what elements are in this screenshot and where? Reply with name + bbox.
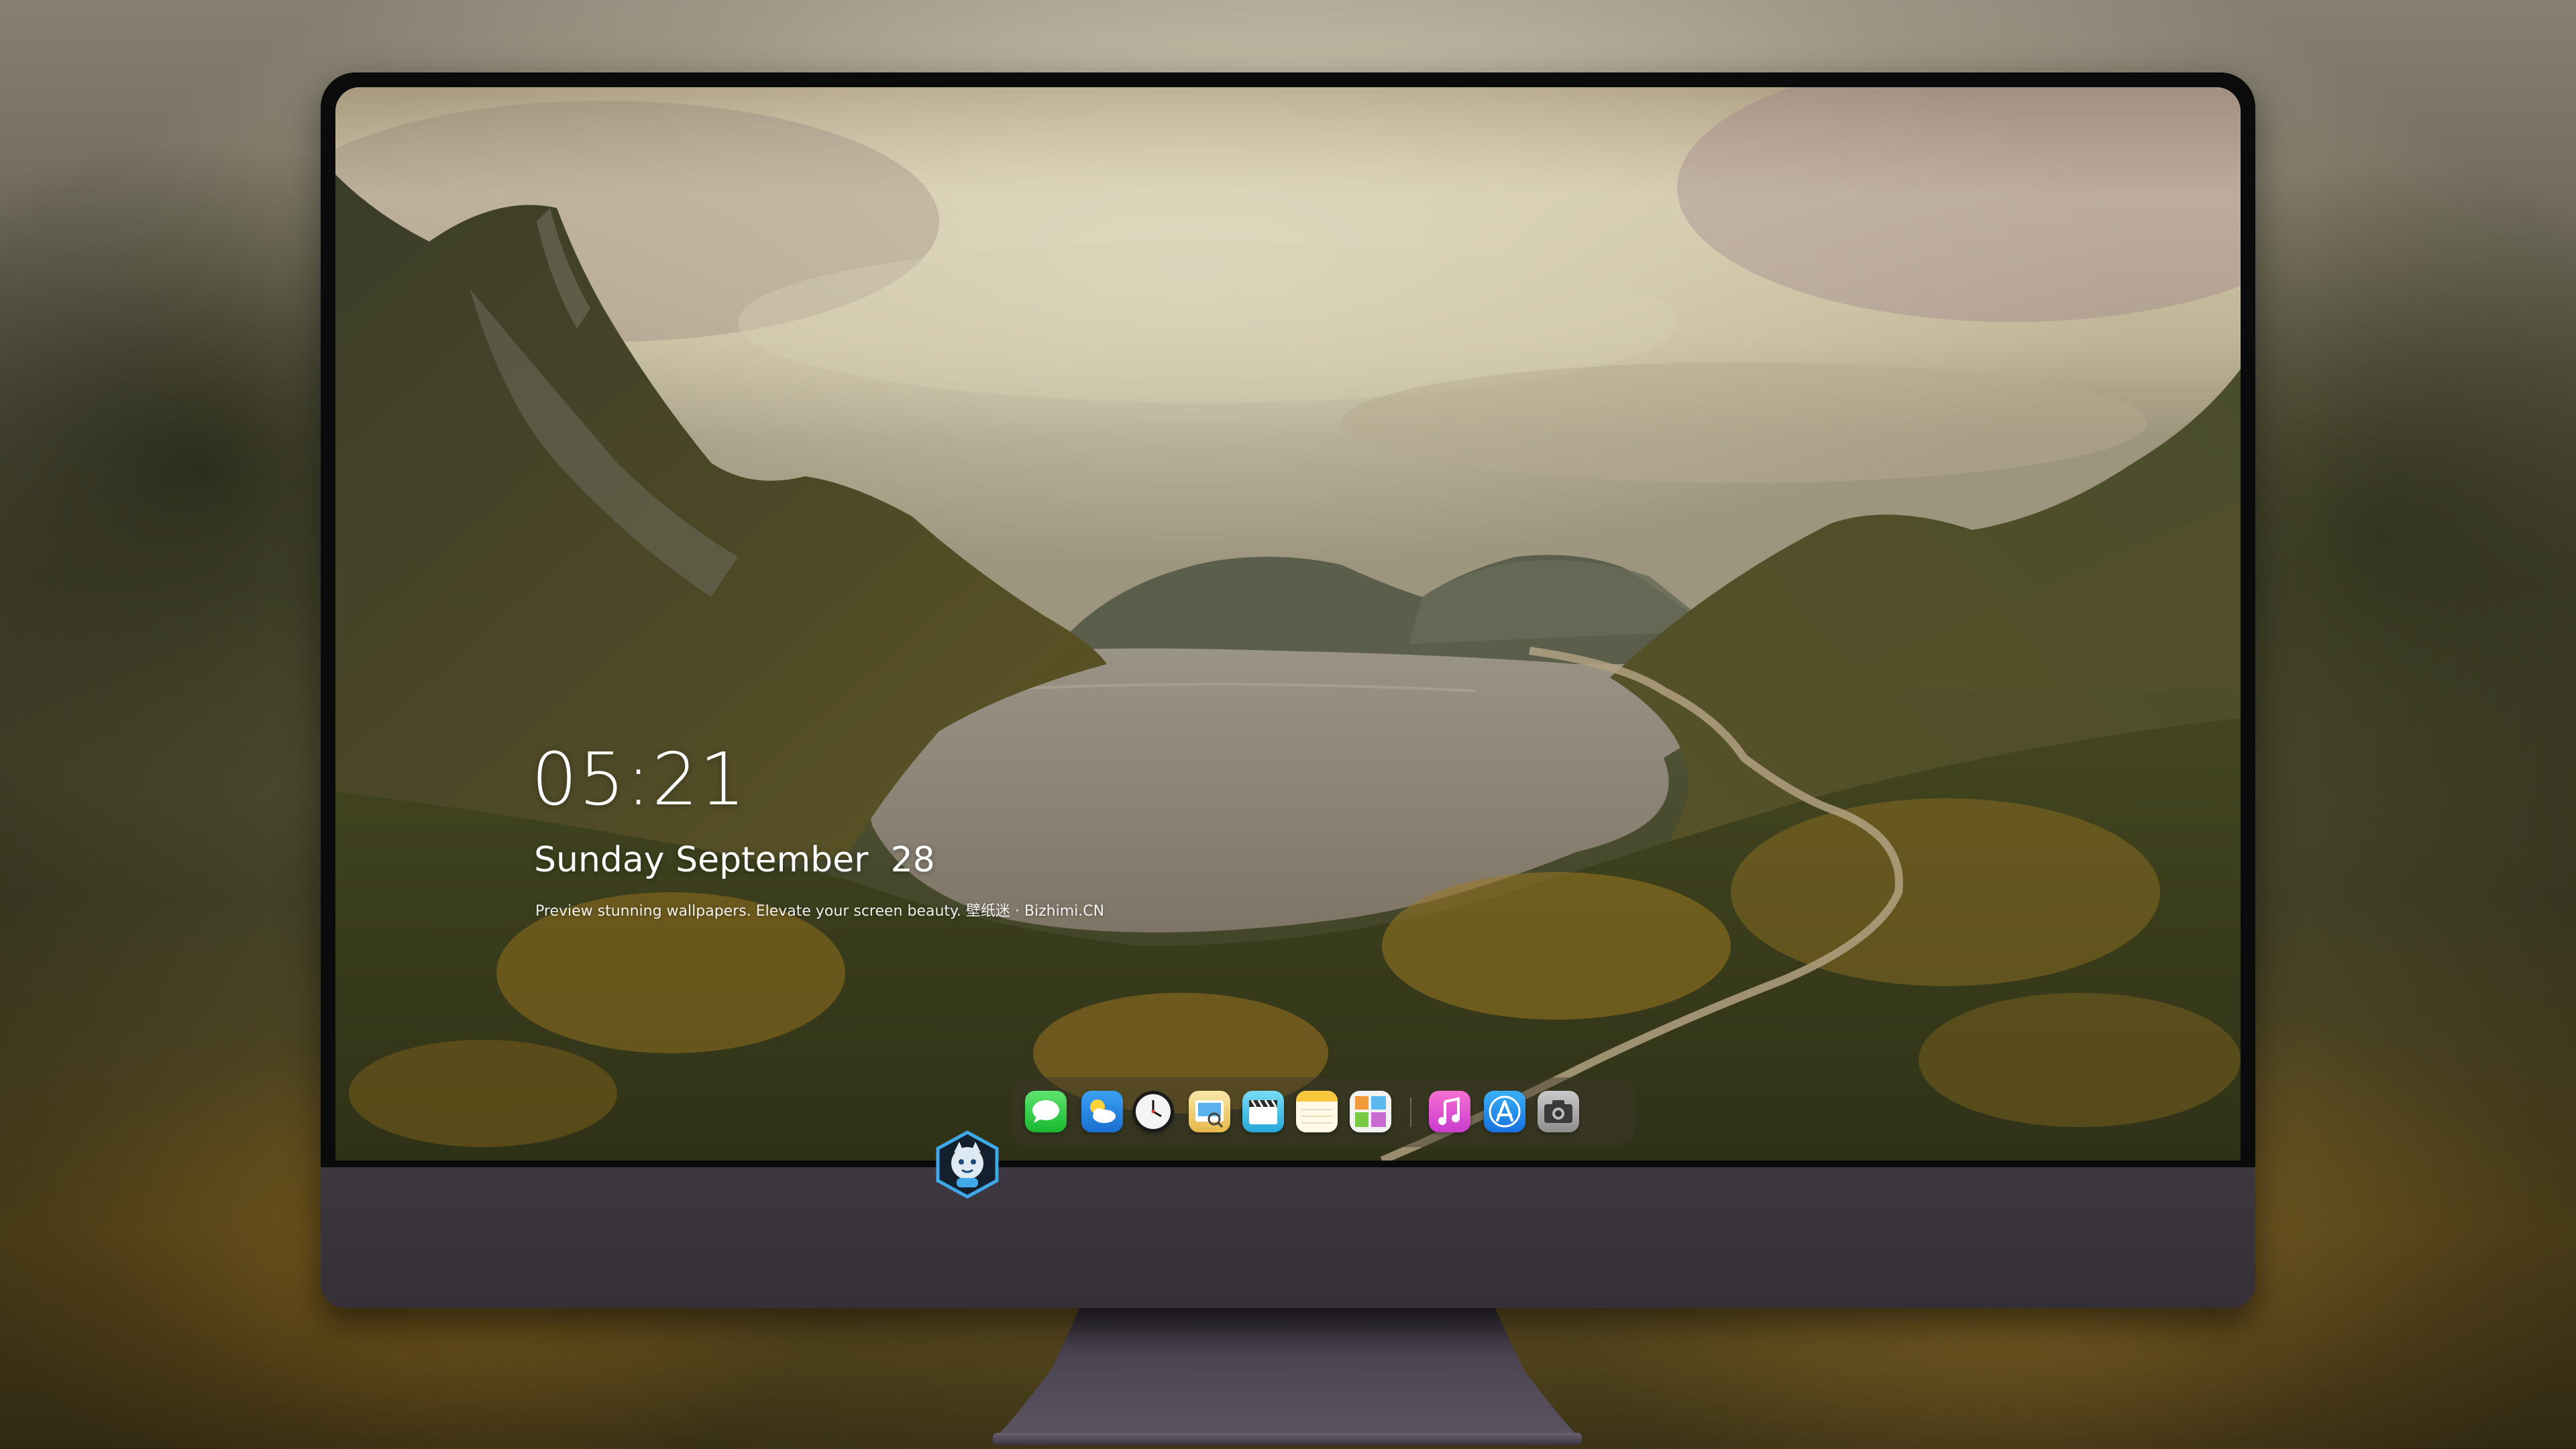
preview-icon[interactable] <box>1189 1091 1230 1132</box>
dock-separator <box>1410 1097 1411 1127</box>
lockscreen-date: Sunday September 28 <box>534 840 935 880</box>
weather-icon[interactable] <box>1081 1091 1123 1132</box>
clock-icon[interactable] <box>1132 1091 1174 1132</box>
clapperboard-icon[interactable] <box>1242 1091 1284 1132</box>
messages-icon[interactable] <box>1025 1091 1067 1132</box>
monitor: 05:21 Sunday September 28 Preview stunni… <box>321 72 2255 1308</box>
app-store-icon[interactable] <box>1484 1091 1525 1132</box>
lockscreen-time: 05:21 <box>531 738 747 822</box>
landscape-wallpaper <box>335 87 2241 1161</box>
mascot-logo-icon <box>936 1130 999 1199</box>
photos-icon[interactable] <box>1350 1091 1391 1132</box>
notes-icon[interactable] <box>1296 1091 1338 1132</box>
music-note-icon[interactable] <box>1429 1091 1470 1132</box>
desktop-screen: 05:21 Sunday September 28 Preview stunni… <box>335 87 2241 1161</box>
dock <box>1012 1077 1635 1147</box>
monitor-chin <box>321 1167 2255 1308</box>
camera-icon[interactable] <box>1538 1091 1579 1132</box>
lockscreen-tagline: Preview stunning wallpapers. Elevate you… <box>535 903 1105 920</box>
